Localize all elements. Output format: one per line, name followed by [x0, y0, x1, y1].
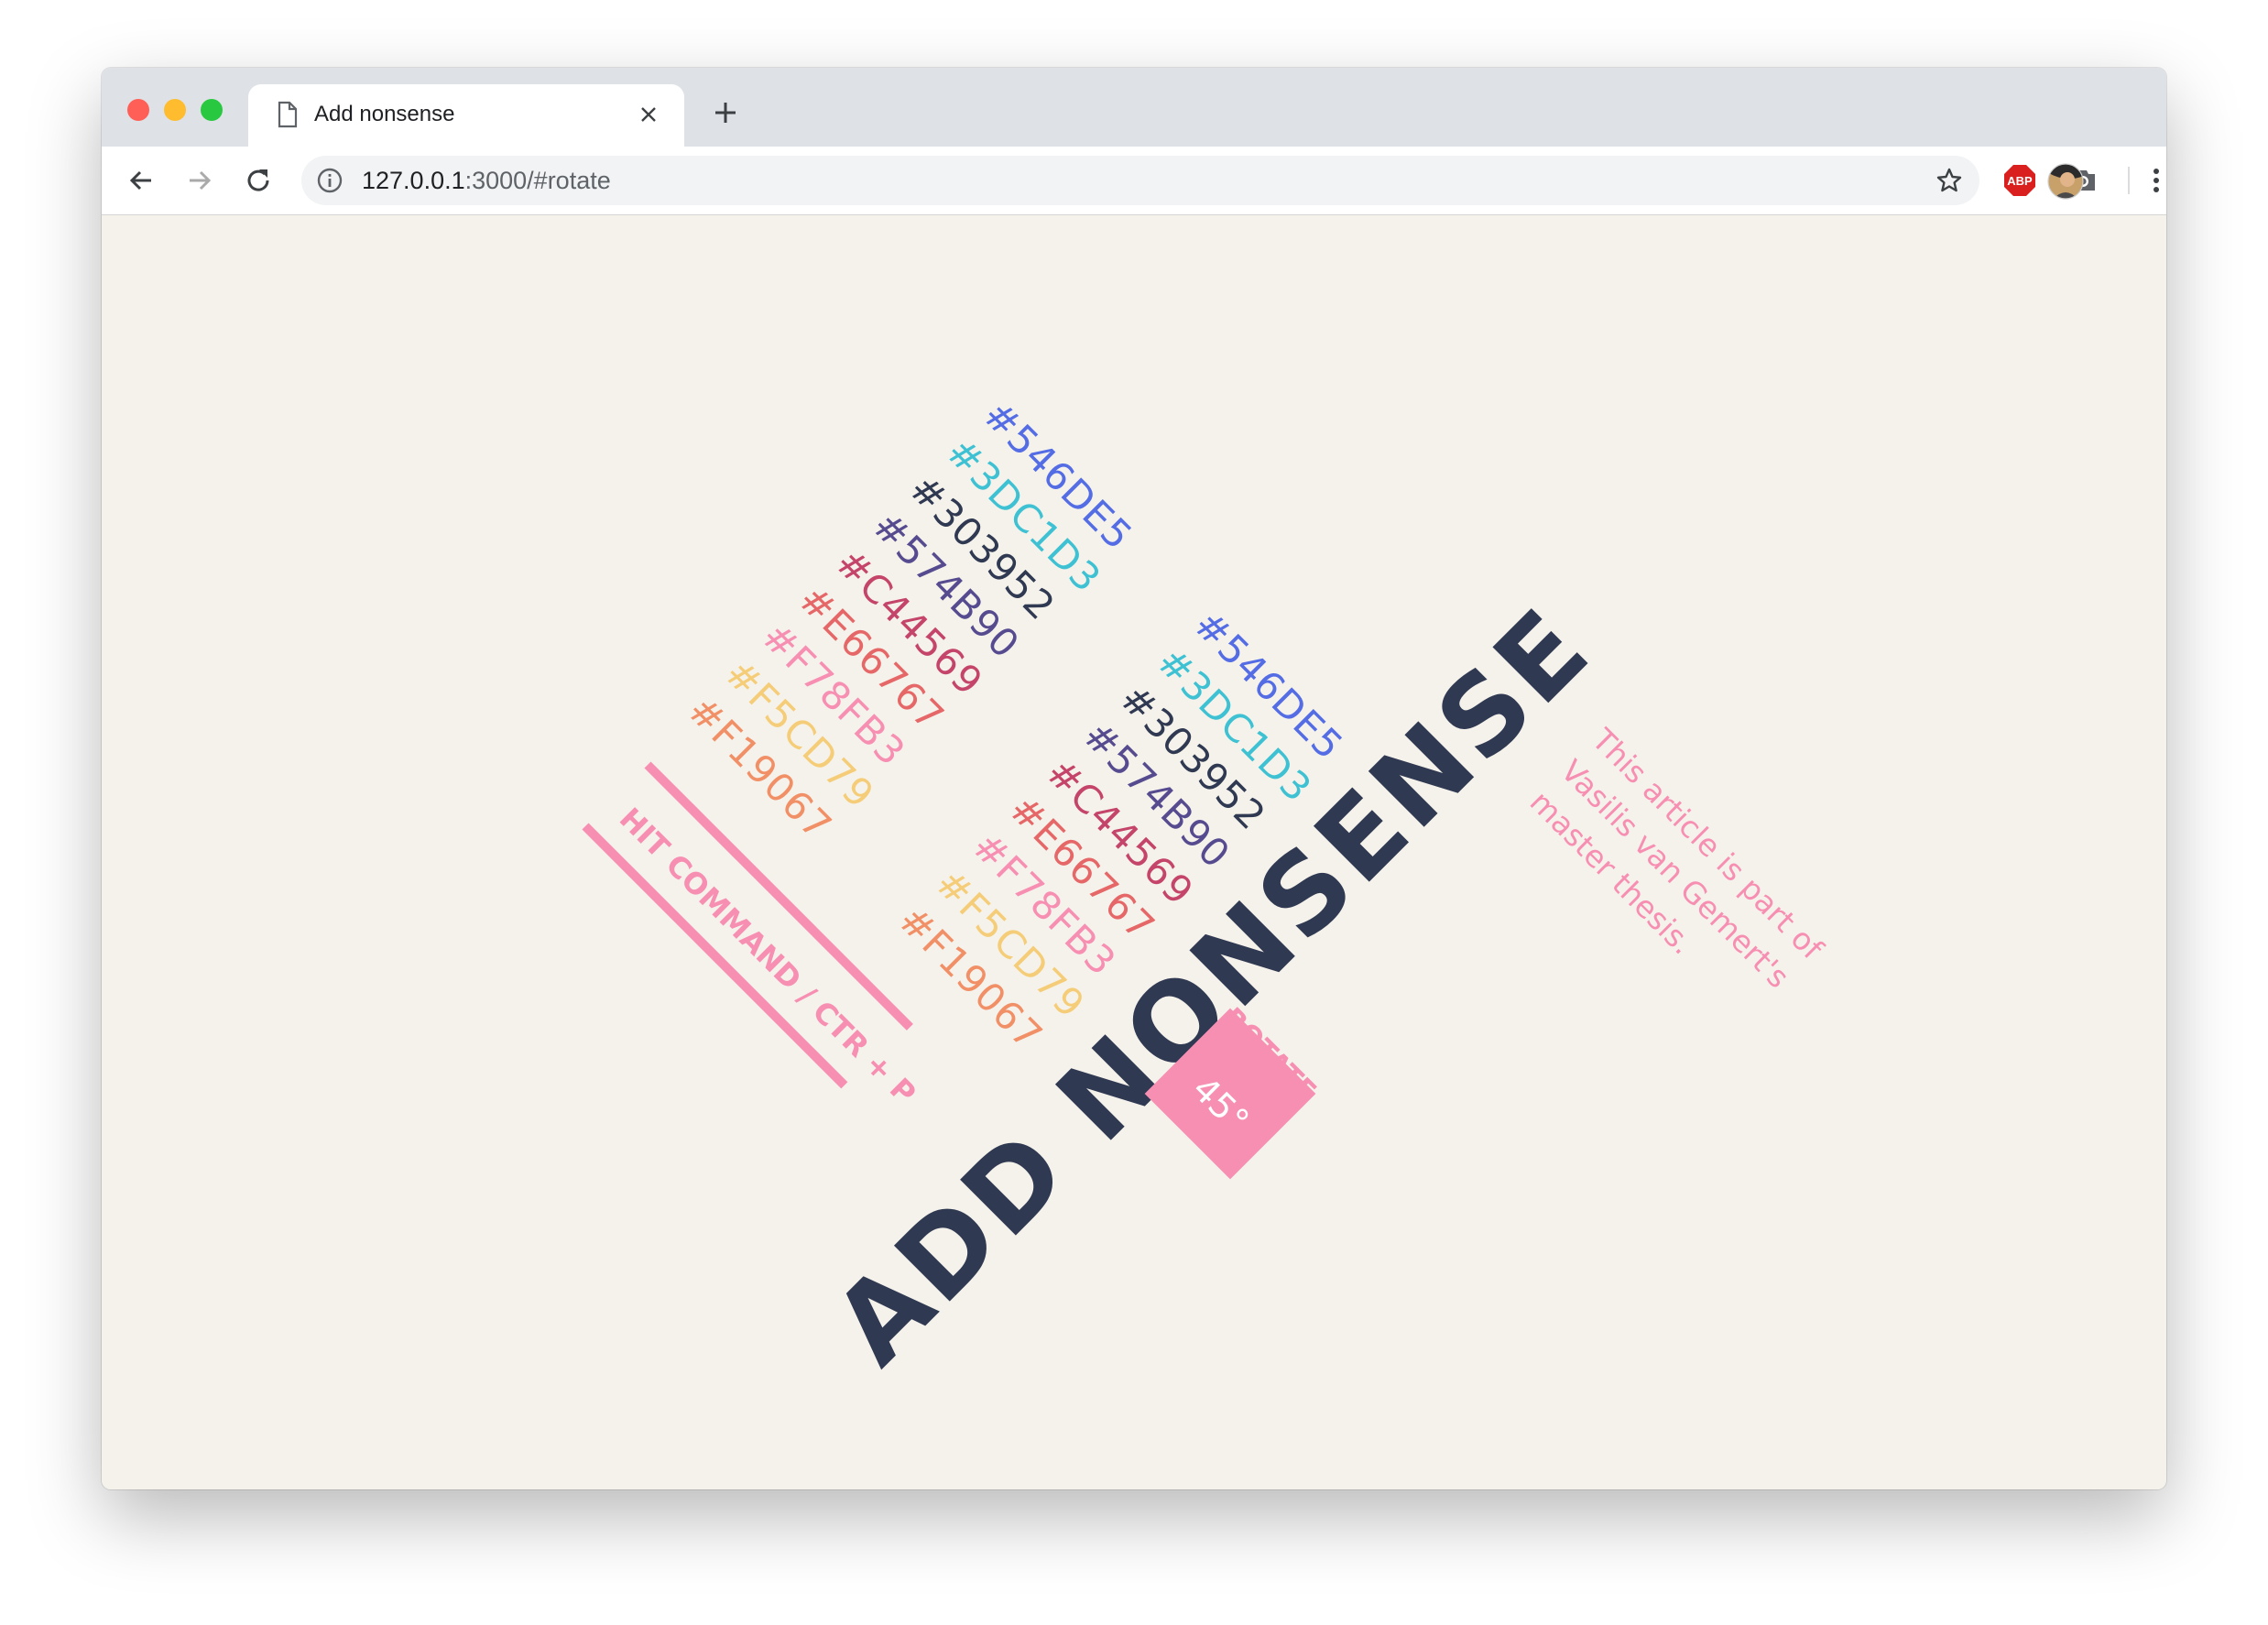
url-path: :3000/#rotate — [464, 167, 611, 194]
site-info-icon[interactable] — [316, 167, 343, 194]
arrow-left-icon — [129, 170, 151, 191]
document-icon — [276, 101, 300, 128]
tab-strip: Add nonsense — [102, 68, 2166, 147]
browser-toolbar: 127.0.0.1:3000/#rotate ABP — [102, 147, 2166, 215]
new-tab-button[interactable] — [706, 93, 745, 132]
toolbar-divider — [2128, 167, 2130, 194]
tab-title: Add nonsense — [314, 102, 455, 126]
reload-icon — [247, 169, 269, 191]
adblock-extension-icon[interactable]: ABP — [2003, 164, 2036, 197]
bookmark-star-icon[interactable] — [1934, 165, 1965, 196]
zoom-window-button[interactable] — [201, 99, 223, 121]
url-text[interactable]: 127.0.0.1:3000/#rotate — [362, 167, 611, 194]
avatar-icon — [2047, 163, 2084, 200]
print-hint: HIT COMMAND / CTR + P — [612, 801, 923, 1111]
pink-rule-lower — [582, 823, 848, 1089]
address-bar[interactable]: 127.0.0.1:3000/#rotate — [301, 156, 1979, 205]
browser-window: Add nonsense 127.0.0.1:3000/#rotate ABP … — [102, 68, 2166, 1489]
back-button[interactable] — [120, 159, 162, 202]
profile-avatar[interactable] — [2047, 163, 2084, 203]
menu-kebab-icon[interactable] — [2143, 159, 2166, 202]
reload-button[interactable] — [237, 159, 279, 202]
forward-button[interactable] — [179, 159, 221, 202]
minimize-window-button[interactable] — [164, 99, 186, 121]
adblock-label: ABP — [2007, 174, 2033, 188]
tab-add-nonsense[interactable]: Add nonsense — [248, 84, 684, 147]
arrow-right-icon — [190, 170, 212, 191]
plus-icon — [715, 103, 736, 123]
page-content: #546DE5 #3DC1D3 #303952 #574B90 #C44569 #E667… — [102, 215, 2166, 1489]
url-host: 127.0.0.1 — [362, 167, 465, 194]
close-tab-icon[interactable] — [633, 99, 664, 130]
close-window-button[interactable] — [127, 99, 149, 121]
article-note: This article is part of Vasilis van Geme… — [1520, 719, 1832, 1031]
